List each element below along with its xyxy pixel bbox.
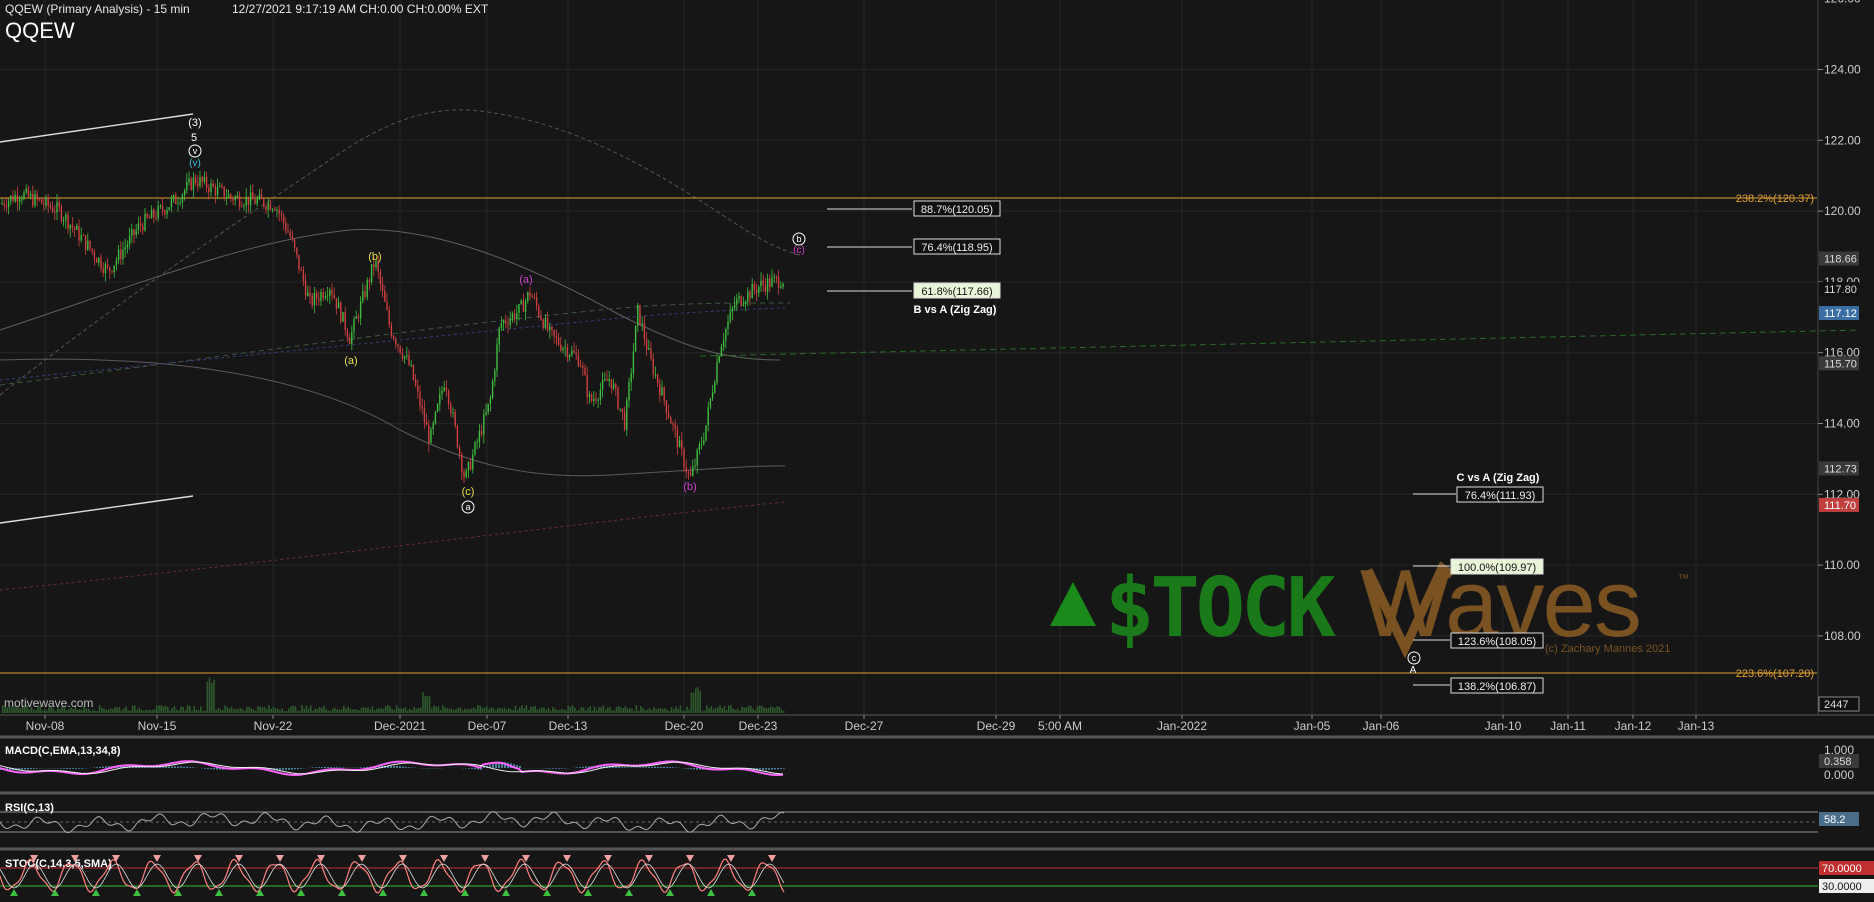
time-tick-14: Jan-10 — [1485, 719, 1522, 733]
wave-label-a-yellow: (a) — [344, 355, 357, 367]
wave-label-A: A — [1410, 665, 1417, 676]
fib-c-100: 100.0%(109.97) — [1458, 562, 1536, 574]
logo-stock-text: $TOCK — [1105, 561, 1336, 656]
wave-label-5: 5 — [191, 132, 197, 144]
wave-label-c-magenta: (c) — [793, 245, 805, 256]
price-badge-2: 117.12 — [1824, 308, 1857, 320]
price-badge-0: 118.66 — [1824, 254, 1857, 266]
wave-label-v: v — [193, 146, 198, 156]
chart-info: 12/27/2021 9:17:19 AM CH:0.00 CH:0.00% E… — [232, 2, 489, 16]
price-badge-5: 111.70 — [1824, 500, 1856, 512]
price-badge-3: 115.70 — [1824, 358, 1857, 370]
time-tick-17: Jan-13 — [1678, 719, 1715, 733]
time-tick-13: Jan-06 — [1363, 719, 1400, 733]
time-tick-9: Dec-29 — [977, 719, 1016, 733]
time-tick-1: Nov-15 — [138, 719, 177, 733]
price-tick-0: 126.00 — [1824, 0, 1861, 6]
fib-lower-label: 223.6%(107.20) — [1736, 668, 1814, 680]
price-tick-8: 110.00 — [1824, 558, 1860, 572]
logo-copyright: (c) Zachary Mannes 2021 — [1545, 643, 1670, 655]
time-tick-3: Dec-2021 — [374, 719, 426, 733]
price-tick-1: 124.00 — [1824, 62, 1861, 76]
stoch-label: STOC(C,14,3,5,SMA) — [5, 858, 112, 870]
fib-c-138: 138.2%(106.87) — [1458, 681, 1536, 693]
price-tick-9: 108.00 — [1824, 629, 1861, 643]
price-tick-6: 114.00 — [1824, 416, 1860, 430]
rsi-badge: 58.2 — [1824, 814, 1845, 826]
volume-badge: 2447 — [1824, 699, 1848, 711]
time-tick-15: Jan-11 — [1550, 719, 1586, 733]
logo-tm-text: ™ — [1678, 573, 1689, 585]
time-tick-7: Dec-23 — [739, 719, 778, 733]
fib-b-76: 76.4%(118.95) — [921, 242, 992, 254]
time-tick-10: 5:00 AM — [1038, 719, 1082, 733]
time-tick-0: Nov-08 — [26, 719, 65, 733]
fib-c-title: C vs A (Zig Zag) — [1457, 472, 1540, 484]
time-tick-5: Dec-13 — [549, 719, 588, 733]
symbol-label: QQEW — [5, 18, 75, 43]
stockwaves-logo: $TOCK Waves ™ (c) Zachary Mannes 2021 — [1050, 550, 1689, 659]
price-badge-1: 117.80 — [1824, 284, 1857, 296]
price-badge-4: 112.73 — [1824, 463, 1857, 475]
wave-label-b-magenta: (b) — [683, 481, 696, 493]
site-watermark: motivewave.com — [4, 696, 94, 710]
fib-b-title: B vs A (Zig Zag) — [914, 304, 997, 316]
macd-badge: 0.358 — [1824, 756, 1852, 768]
price-tick-2: 122.00 — [1824, 133, 1861, 147]
stoch-badge-lo: 30.0000 — [1822, 881, 1862, 893]
time-tick-2: Nov-22 — [254, 719, 293, 733]
wave-label-3: (3) — [188, 117, 201, 129]
wave-label-c-white: c — [1412, 653, 1417, 663]
time-tick-11: Jan-2022 — [1157, 719, 1207, 733]
time-tick-8: Dec-27 — [845, 719, 884, 733]
wave-label-b-yellow: (b) — [368, 251, 381, 263]
macd-label: MACD(C,EMA,13,34,8) — [5, 745, 121, 757]
fib-c-76: 76.4%(111.93) — [1465, 490, 1536, 502]
chart-canvas[interactable]: 238.2%(120.37) 223.6%(107.20) $TOCK Wave… — [0, 0, 1874, 902]
time-tick-4: Dec-07 — [468, 719, 507, 733]
time-tick-6: Dec-20 — [665, 719, 704, 733]
time-tick-16: Jan-12 — [1615, 719, 1652, 733]
wave-label-c-yellow: (c) — [462, 486, 475, 498]
chart-title: QQEW (Primary Analysis) - 15 min — [5, 2, 190, 16]
macd-tick-0: 0.000 — [1824, 768, 1854, 782]
fib-b-61: 61.8%(117.66) — [921, 286, 992, 298]
fib-b-88: 88.7%(120.05) — [921, 204, 993, 216]
wave-label-a-magenta: (a) — [519, 274, 532, 286]
price-tick-3: 120.00 — [1824, 204, 1861, 218]
wave-label-a-white: a — [465, 502, 470, 512]
fib-c-123: 123.6%(108.05) — [1458, 636, 1536, 648]
rsi-label: RSI(C,13) — [5, 802, 54, 814]
fib-upper-label: 238.2%(120.37) — [1736, 193, 1814, 205]
wave-label-b-white: b — [796, 234, 801, 244]
time-tick-12: Jan-05 — [1294, 719, 1331, 733]
wave-label-v-cyan: (v) — [189, 158, 201, 169]
stoch-badge-hi: 70.0000 — [1822, 863, 1862, 875]
